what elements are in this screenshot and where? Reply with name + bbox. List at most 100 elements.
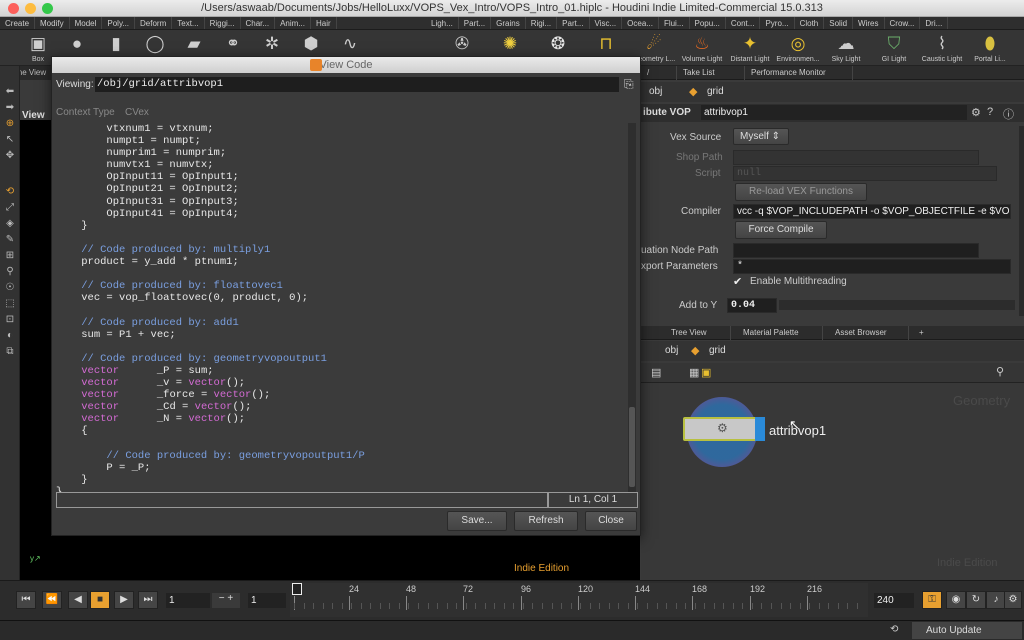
- shelf-tab[interactable]: Cont...: [726, 17, 761, 29]
- tool-14-icon[interactable]: ◐: [3, 330, 17, 342]
- path-obj[interactable]: obj: [649, 86, 662, 97]
- tool-2-icon[interactable]: ⊕: [3, 118, 17, 130]
- compiler-field[interactable]: vcc -q $VOP_INCLUDEPATH -o $VOP_OBJECTFI…: [733, 204, 1011, 219]
- shelf-tab[interactable]: Solid: [824, 17, 854, 29]
- shelf-tool-sky-light[interactable]: ☁ Sky Light: [820, 32, 872, 63]
- tab-take-list[interactable]: Take List: [677, 66, 745, 80]
- tool-1-icon[interactable]: ➡: [3, 102, 17, 114]
- tool-15-icon[interactable]: ⧉: [3, 346, 17, 358]
- add-to-y-slider[interactable]: [779, 300, 1015, 310]
- net-path-grid[interactable]: grid: [709, 345, 726, 356]
- shelf-tool-environment-light[interactable]: ◎ Environmen...: [772, 32, 824, 63]
- reload-vex-button[interactable]: Re-load VEX Functions: [735, 183, 867, 201]
- force-compile-button[interactable]: Force Compile: [735, 221, 827, 239]
- shelf-tab[interactable]: Dri...: [920, 17, 949, 29]
- shelf-tab[interactable]: Rigi...: [526, 17, 558, 29]
- path-grid[interactable]: grid: [707, 86, 724, 97]
- timeline-ruler[interactable]: 124487296120144168192216: [290, 583, 868, 617]
- display-flag-icon[interactable]: [755, 417, 765, 441]
- tab-tree-view[interactable]: Tree View: [665, 326, 731, 340]
- code-editor[interactable]: vtxnum1 = vtxnum; numpt1 = numpt; numpri…: [56, 123, 626, 492]
- param-scrollbar[interactable]: [1019, 126, 1024, 316]
- tab-performance-monitor[interactable]: Performance Monitor: [745, 66, 853, 80]
- end-frame-field[interactable]: 240: [874, 593, 914, 608]
- shop-path-field[interactable]: [733, 150, 979, 165]
- tool-3-icon[interactable]: ↖: [3, 134, 17, 146]
- shelf-tool-gi-light[interactable]: ⛉ GI Light: [868, 32, 920, 63]
- shelf-tool-camera[interactable]: ✇: [436, 32, 488, 56]
- shelf-tool-sphere[interactable]: ●: [57, 32, 97, 56]
- shelf-tab[interactable]: Anim...: [275, 17, 311, 29]
- auto-update-icon[interactable]: ⟲: [890, 624, 898, 635]
- close-window-button[interactable]: [8, 3, 19, 14]
- shelf-tool-tube[interactable]: ▮: [96, 32, 136, 56]
- shelf-tab[interactable]: Part...: [557, 17, 590, 29]
- refresh-button[interactable]: Refresh: [514, 511, 578, 531]
- search-icon[interactable]: ⚲: [996, 365, 1004, 378]
- help-icon[interactable]: ?: [987, 106, 993, 118]
- shelf-tab[interactable]: Wires: [853, 17, 885, 29]
- frame-step-buttons[interactable]: − +: [212, 593, 240, 608]
- loop-icon[interactable]: ↻: [966, 591, 986, 609]
- shelf-tool-metaball[interactable]: ⚭: [213, 32, 253, 56]
- close-button[interactable]: Close: [585, 511, 637, 531]
- shelf-tool-curve[interactable]: ∿: [330, 32, 370, 56]
- tab-material-palette[interactable]: Material Palette: [737, 326, 823, 340]
- add-tab-icon[interactable]: +: [913, 326, 929, 340]
- play-reverse-button[interactable]: ◀: [68, 591, 88, 609]
- pin-icon[interactable]: ⎘: [624, 77, 634, 92]
- shelf-tab[interactable]: Poly...: [102, 17, 136, 29]
- shelf-tool-caustic-light[interactable]: ⌇ Caustic Light: [916, 32, 968, 63]
- info-icon[interactable]: ⓘ: [1003, 106, 1014, 122]
- shelf-tab[interactable]: Cloth: [795, 17, 825, 29]
- tab-asset-browser[interactable]: Asset Browser: [829, 326, 909, 340]
- shelf-tool-spot-light[interactable]: ❂: [532, 32, 584, 56]
- add-to-y-field[interactable]: 0.04: [727, 298, 777, 313]
- shelf-tab[interactable]: Pyro...: [760, 17, 795, 29]
- shelf-tab[interactable]: Riggi...: [205, 17, 241, 29]
- tool-11-icon[interactable]: ☉: [3, 282, 17, 294]
- jump-end-button[interactable]: ⏭: [138, 591, 158, 609]
- tool-8-icon[interactable]: ✎: [3, 234, 17, 246]
- shelf-tab[interactable]: Ocea...: [622, 17, 659, 29]
- keys-icon[interactable]: ⚿: [922, 591, 942, 609]
- shelf-tool-area-light[interactable]: ⊓: [580, 32, 632, 56]
- code-scrollbar-thumb[interactable]: [629, 407, 635, 487]
- shelf-tab[interactable]: Ligh...: [426, 17, 459, 29]
- tool-4-icon[interactable]: ✥: [3, 150, 17, 162]
- shelf-tab[interactable]: Create: [0, 17, 36, 29]
- play-forward-button[interactable]: ▶: [114, 591, 134, 609]
- shelf-tab[interactable]: Deform: [135, 17, 173, 29]
- export-parameters-field[interactable]: *: [733, 259, 1011, 274]
- jump-start-button[interactable]: ⏮: [16, 591, 36, 609]
- shelf-tab[interactable]: Crow...: [885, 17, 921, 29]
- shelf-tab[interactable]: Model: [70, 17, 103, 29]
- shelf-tool-platonic[interactable]: ⬢: [291, 32, 331, 56]
- realtime-icon[interactable]: ◉: [946, 591, 966, 609]
- vex-source-dropdown[interactable]: Myself ⇕: [733, 128, 789, 145]
- code-scrollbar[interactable]: [628, 123, 636, 492]
- shelf-tool-volume-light[interactable]: ♨ Volume Light: [676, 32, 728, 63]
- shelf-tab[interactable]: Hair: [311, 17, 337, 29]
- attribvop-node[interactable]: ⚙: [683, 417, 765, 441]
- list-view-icon[interactable]: ▤: [651, 366, 661, 379]
- shelf-tool-torus[interactable]: ◯: [135, 32, 175, 56]
- shelf-tab[interactable]: Flui...: [659, 17, 690, 29]
- shelf-tab[interactable]: Grains: [491, 17, 526, 29]
- auto-update-dropdown[interactable]: Auto Update: [912, 622, 1022, 639]
- tool-13-icon[interactable]: ⊡: [3, 314, 17, 326]
- view-menu-label[interactable]: View: [22, 110, 45, 121]
- viewing-path-field[interactable]: /obj/grid/attribvop1: [95, 77, 619, 92]
- node-name-field[interactable]: attribvop1: [701, 105, 967, 120]
- tool-12-icon[interactable]: ⬚: [3, 298, 17, 310]
- step-back-key-button[interactable]: ⏪: [42, 591, 62, 609]
- save-button[interactable]: Save...: [447, 511, 507, 531]
- network-editor[interactable]: Geometry Indie Edition ⚙ attribvop1 ↖: [641, 383, 1024, 580]
- evaluation-node-path-field[interactable]: [733, 243, 979, 258]
- shelf-tab[interactable]: Text...: [172, 17, 205, 29]
- zoom-window-button[interactable]: [42, 3, 53, 14]
- tool-6-icon[interactable]: ⤢: [3, 202, 17, 214]
- shelf-tab[interactable]: Part...: [459, 17, 492, 29]
- shelf-tab[interactable]: Visc...: [590, 17, 623, 29]
- shelf-tool-grid[interactable]: ▰: [174, 32, 214, 56]
